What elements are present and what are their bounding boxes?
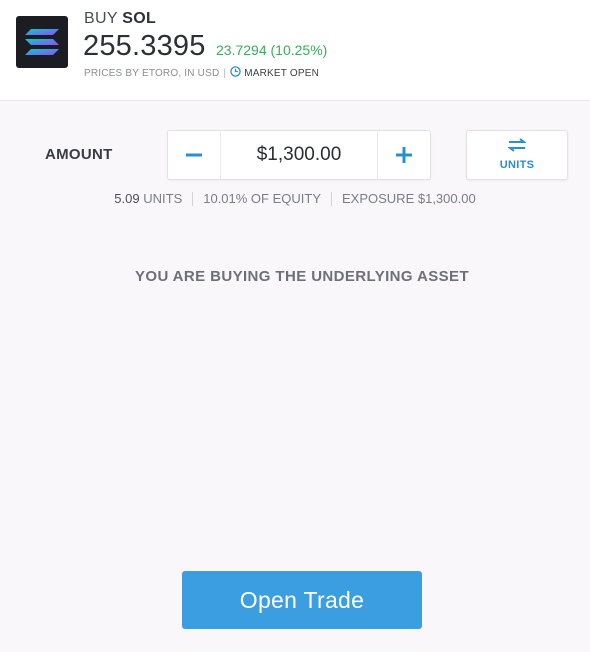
symbol-label: SOL [122, 10, 157, 27]
underlying-asset-note: YOU ARE BUYING THE UNDERLYING ASSET [134, 268, 470, 285]
open-trade-button[interactable]: Open Trade [182, 571, 422, 629]
trade-panel: BUY SOL 255.3395 23.7294 (10.25%) PRICES… [0, 0, 590, 652]
price-change: 23.7294 (10.25%) [216, 42, 328, 58]
divider [192, 191, 194, 206]
price-line: 255.3395 23.7294 (10.25%) [83, 30, 327, 63]
plus-icon [396, 147, 412, 163]
exposure-info: EXPOSURE $1,300.00 [342, 191, 476, 206]
buy-title: BUY SOL [84, 10, 156, 28]
units-toggle-button[interactable]: UNITS [466, 130, 568, 180]
increase-amount-button[interactable] [377, 131, 430, 179]
separator: | [223, 67, 227, 79]
market-status: MARKET OPEN [244, 67, 319, 79]
units-count: 5.09 [114, 191, 140, 206]
action-label: BUY [84, 10, 118, 27]
amount-input[interactable]: $1,300.00 [220, 131, 378, 179]
amount-label: AMOUNT [45, 146, 113, 163]
amount-stepper: $1,300.00 [167, 130, 431, 180]
units-text: UNITS [143, 191, 183, 206]
clock-icon [230, 66, 241, 80]
units-info: 5.09 UNITS [114, 191, 182, 206]
current-price: 255.3395 [83, 30, 206, 62]
decrease-amount-button[interactable] [168, 131, 221, 179]
price-source-line: PRICES BY ETORO, IN USD | MARKET OPEN [84, 66, 319, 80]
prices-source: PRICES BY ETORO, IN USD [84, 67, 220, 79]
equity-info: 10.01% OF EQUITY [203, 191, 321, 206]
swap-arrows-icon [508, 138, 526, 152]
instrument-header: BUY SOL 255.3395 23.7294 (10.25%) PRICES… [0, 0, 590, 101]
minus-icon [186, 153, 202, 157]
trade-info-row: 5.09 UNITS 10.01% OF EQUITY EXPOSURE $1,… [0, 191, 590, 206]
units-toggle-label: UNITS [499, 159, 535, 171]
solana-logo-icon [16, 16, 68, 68]
divider [331, 191, 332, 206]
